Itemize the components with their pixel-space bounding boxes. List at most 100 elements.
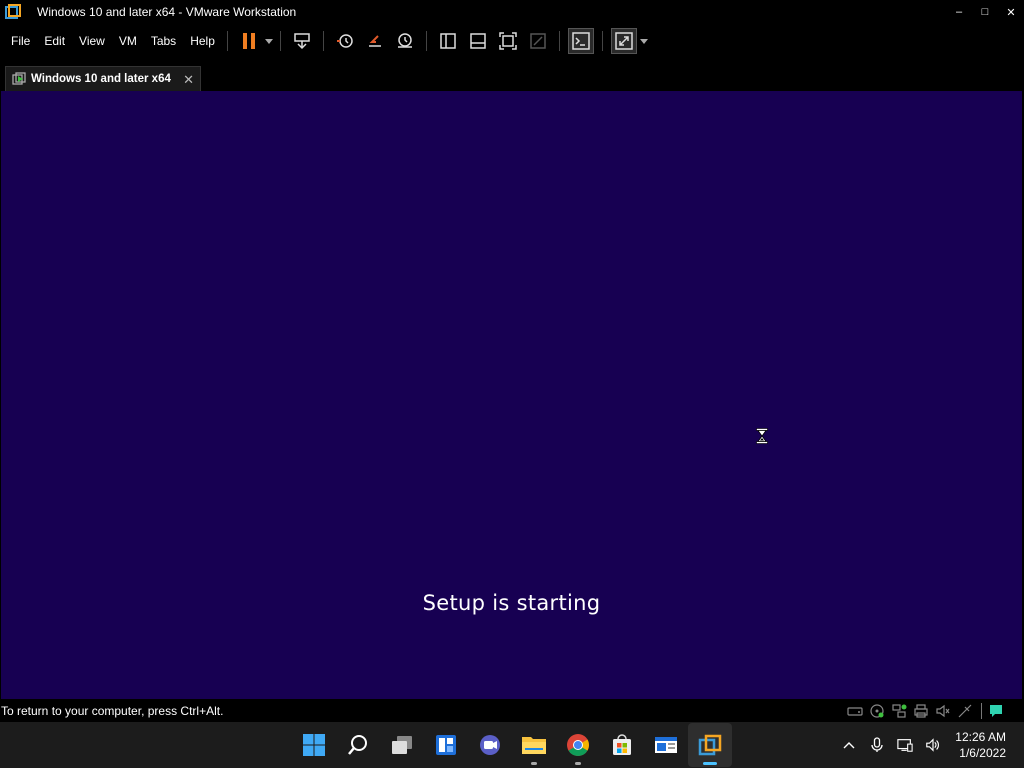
network-adapter-icon[interactable] [891,703,907,719]
printer-icon[interactable] [913,703,929,719]
vmware-workstation-icon [698,734,722,756]
show-library-button[interactable] [435,28,461,54]
microsoft-store-icon [613,734,631,755]
stretch-dropdown-button[interactable] [639,28,649,54]
system-tray: 12:26 AM 1/6/2022 [835,722,1024,768]
task-view-icon [392,736,412,754]
file-explorer-button[interactable] [512,723,556,767]
full-screen-button[interactable] [495,28,521,54]
window-controls: – □ ✕ [946,0,1024,24]
microphone-icon [871,737,883,752]
chevron-up-icon [843,742,855,749]
volume-button[interactable] [925,737,941,753]
unity-button[interactable] [525,28,551,54]
thumbnail-bar-button[interactable] [465,28,491,54]
status-separator [981,703,982,719]
running-indicator [703,762,717,765]
search-icon [348,735,367,755]
app-button[interactable] [644,723,688,767]
snapshot-icon [336,34,353,48]
start-icon [303,734,325,756]
tab-label: Windows 10 and later x64 [31,73,171,85]
title-bar[interactable]: Windows 10 and later x64 - VMware Workst… [0,0,1024,24]
unity-icon [530,33,546,49]
menu-view[interactable]: View [73,34,111,48]
tab-close-button[interactable]: ✕ [183,72,194,88]
taskbar-clock[interactable]: 12:26 AM 1/6/2022 [955,729,1006,761]
toolbar-separator [601,31,603,51]
close-button[interactable]: ✕ [998,0,1024,24]
menu-vm[interactable]: VM [113,34,143,48]
network-button[interactable] [897,737,913,753]
vm-console[interactable]: Setup is starting [1,91,1022,699]
chevron-down-icon [264,38,273,44]
pause-icon [242,33,255,49]
send-ctrl-alt-del-button[interactable] [289,28,315,54]
vmware-app-icon[interactable] [5,4,21,20]
power-dropdown-button[interactable] [264,28,274,54]
setup-status-message: Setup is starting [422,591,601,615]
app-icon [655,737,677,753]
toolbar-separator [279,31,281,51]
chevron-down-icon [639,38,648,44]
snapshot-manager-icon [397,33,412,48]
volume-icon [926,738,940,752]
take-snapshot-button[interactable] [332,28,358,54]
cd-dvd-icon[interactable] [869,703,885,719]
show-hidden-icons-button[interactable] [841,737,857,753]
taskbar-apps [292,722,732,768]
chrome-icon [567,734,589,756]
toolbar-separator [322,31,324,51]
start-button[interactable] [292,723,336,767]
hourglass-cursor-icon [756,428,768,444]
file-explorer-icon [522,737,546,754]
window-title: Windows 10 and later x64 - VMware Workst… [37,5,297,19]
status-hint: To return to your computer, press Ctrl+A… [1,704,224,718]
menu-help[interactable]: Help [184,34,221,48]
sound-card-icon[interactable] [935,703,951,719]
maximize-button[interactable]: □ [972,0,998,24]
full-screen-icon [499,32,517,50]
thumbnail-bar-icon [470,33,486,49]
menu-file[interactable]: File [5,34,36,48]
chrome-button[interactable] [556,723,600,767]
revert-snapshot-icon [368,35,381,47]
show-library-icon [440,33,456,49]
send-ctrl-alt-del-icon [294,33,310,50]
clock-date: 1/6/2022 [959,746,1006,760]
microsoft-store-button[interactable] [600,723,644,767]
microphone-button[interactable] [869,737,885,753]
usb-icon[interactable] [957,703,973,719]
revert-snapshot-button[interactable] [362,28,388,54]
pause-button[interactable] [236,28,262,54]
menu-toolbar: File Edit View VM Tabs Help [0,24,1024,58]
tab-vm[interactable]: Windows 10 and later x64 ✕ [5,66,201,91]
status-bar: To return to your computer, press Ctrl+A… [0,700,1024,722]
search-button[interactable] [336,723,380,767]
menu-edit[interactable]: Edit [38,34,71,48]
teams-chat-button[interactable] [468,723,512,767]
console-view-button[interactable] [567,28,594,54]
stretch-guest-button[interactable] [610,28,637,54]
task-view-button[interactable] [380,723,424,767]
stretch-guest-icon [615,32,633,50]
widgets-icon [436,735,456,755]
network-icon [897,739,913,752]
teams-chat-icon [480,735,500,755]
snapshot-manager-button[interactable] [392,28,418,54]
console-view-icon [572,32,590,50]
vm-powered-on-icon [12,72,26,85]
toolbar-separator [558,31,560,51]
minimize-button[interactable]: – [946,0,972,24]
hard-disk-icon[interactable] [847,703,863,719]
tab-bar: Windows 10 and later x64 ✕ [0,58,1024,91]
toolbar-separator [425,31,427,51]
running-indicator [531,762,537,765]
widgets-button[interactable] [424,723,468,767]
running-indicator [575,762,581,765]
vmware-workstation-button[interactable] [688,723,732,767]
clock-time: 12:26 AM [955,730,1006,744]
toolbar-separator [226,31,228,51]
message-log-icon[interactable] [988,703,1004,719]
menu-tabs[interactable]: Tabs [145,34,182,48]
